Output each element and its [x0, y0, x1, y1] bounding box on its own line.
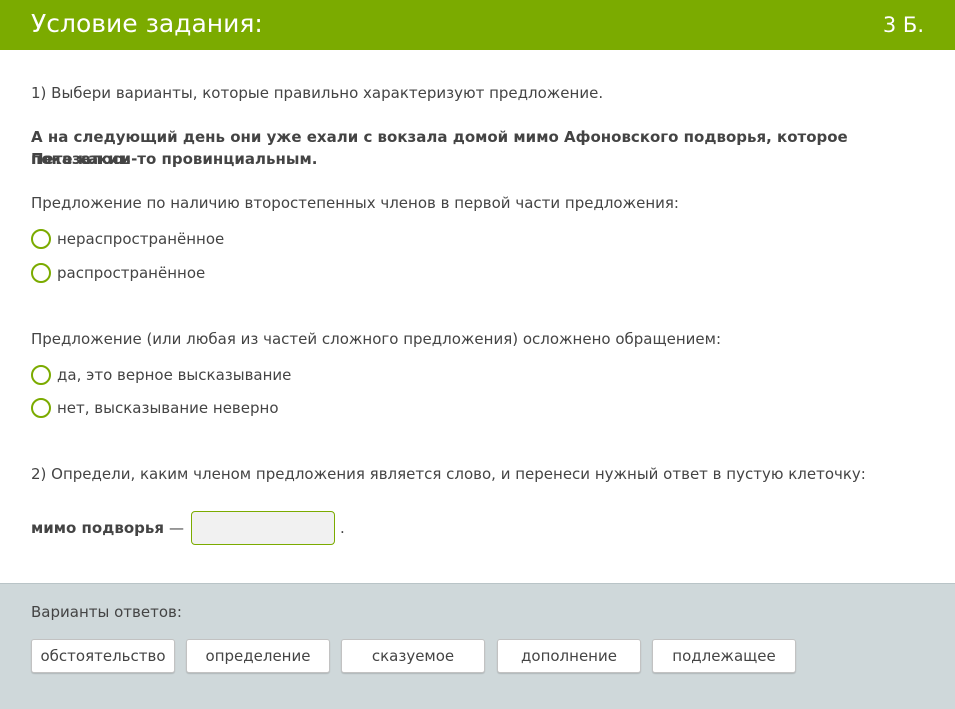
answer-options-panel: Варианты ответов: обстоятельство определ…: [0, 583, 955, 709]
answer-options-title: Варианты ответов:: [31, 603, 182, 621]
answer-chip-subject[interactable]: подлежащее: [652, 639, 796, 673]
answer-drop-box[interactable]: [191, 511, 335, 545]
radio-label: да, это верное высказывание: [57, 366, 292, 384]
dash-label: —: [169, 519, 184, 537]
phrase-label: мимо подворья: [31, 519, 164, 537]
task2-instruction: 2) Определи, каким членом предложения яв…: [31, 465, 866, 483]
radio-circle-icon: [31, 365, 51, 385]
task1-instruction: 1) Выбери варианты, которые правильно ха…: [31, 84, 604, 102]
question2-text: Предложение (или любая из частей сложног…: [31, 330, 721, 348]
question1-text: Предложение по наличию второстепенных чл…: [31, 194, 679, 212]
radio-circle-icon: [31, 229, 51, 249]
radio-option-extended[interactable]: распространённое: [31, 261, 205, 285]
sentence-line-2: Пете каким-то провинциальным.: [31, 150, 318, 168]
answer-chip-circumstance[interactable]: обстоятельство: [31, 639, 175, 673]
answer-chip-object[interactable]: дополнение: [497, 639, 641, 673]
radio-circle-icon: [31, 263, 51, 283]
radio-label: нераспространённое: [57, 230, 225, 248]
radio-label: нет, высказывание неверно: [57, 399, 279, 417]
radio-circle-icon: [31, 398, 51, 418]
header-title: Условие задания:: [31, 9, 263, 38]
radio-option-yes[interactable]: да, это верное высказывание: [31, 363, 291, 387]
radio-label: распространённое: [57, 264, 206, 282]
period-label: .: [340, 519, 345, 537]
answer-chip-attribute[interactable]: определение: [186, 639, 330, 673]
answer-chip-predicate[interactable]: сказуемое: [341, 639, 485, 673]
answer-line: мимо подворья — .: [31, 511, 345, 545]
score-label: 3 Б.: [882, 13, 924, 37]
task-header: Условие задания: 3 Б.: [0, 0, 955, 50]
radio-option-nonextended[interactable]: нераспространённое: [31, 227, 224, 251]
radio-option-no[interactable]: нет, высказывание неверно: [31, 396, 279, 420]
